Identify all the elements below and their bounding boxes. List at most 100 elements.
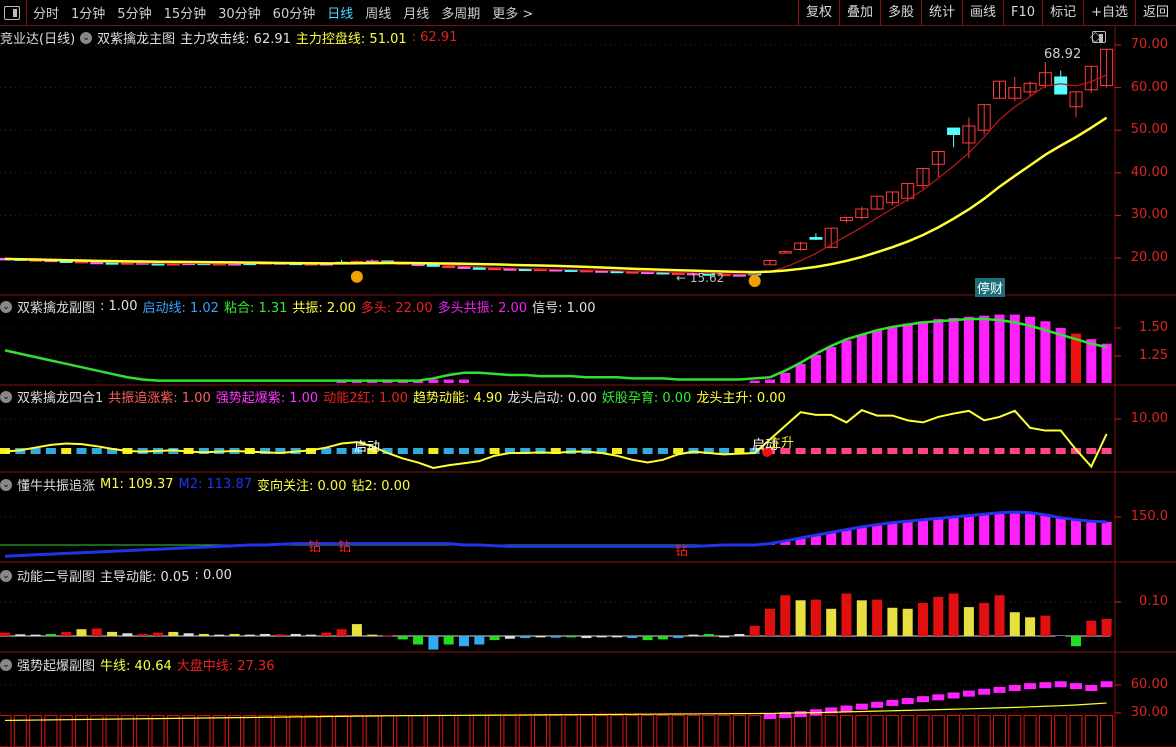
sub1-bar [902, 323, 913, 383]
sub4-bar [1101, 619, 1112, 636]
sub2-signal-bar [856, 448, 867, 454]
sub1-bar [795, 363, 806, 383]
sub5-bar [120, 714, 134, 747]
sub2-signal-bar [933, 448, 944, 454]
sub4-bar [459, 636, 469, 647]
kline-chart[interactable] [0, 0, 1176, 747]
sub4-bar [856, 600, 867, 636]
sub4-bar [963, 607, 974, 636]
sub5-bar [304, 714, 318, 747]
chevron-down-icon[interactable]: ⌄ [0, 658, 12, 671]
sub2-signal-bar [887, 448, 898, 454]
sub5-bar [166, 714, 180, 747]
candle-body [488, 267, 502, 271]
sub5-bar [794, 714, 808, 747]
indicator-value: 动能2红: 1.00 [323, 391, 408, 406]
sub5-box [1100, 681, 1113, 688]
sub1-bar [826, 347, 837, 383]
sub4-bar [535, 636, 546, 638]
sub5-bar [503, 714, 517, 747]
panel-toggle-icon[interactable] [1092, 31, 1106, 43]
sub4-bar [382, 635, 393, 637]
chevron-down-icon[interactable]: ⌄ [80, 31, 93, 44]
sub5-bar [855, 714, 869, 747]
sub5-box [794, 711, 807, 718]
sub4-bar [367, 634, 378, 636]
sub3-bar [1009, 512, 1020, 545]
chevron-down-icon[interactable]: ⌄ [0, 300, 12, 313]
sub3-bar [1025, 512, 1036, 545]
main-attack-line [4, 74, 1107, 275]
indicator-name[interactable]: 懂牛共振追涨 [17, 475, 95, 494]
indicator-value: 强势起爆紫: 1.00 [215, 391, 319, 406]
sub1-bar [1086, 339, 1097, 383]
sub4-bar [1025, 617, 1036, 636]
sub5-bar [534, 714, 547, 747]
axis-tick-label: 60.00 [1130, 677, 1168, 692]
sub5-bar [610, 714, 624, 747]
sub1-bar [810, 354, 821, 383]
signal-label: 主升 [768, 436, 795, 451]
sub5-bar [549, 714, 563, 747]
sub5-bar [947, 714, 961, 747]
chevron-down-icon[interactable]: ⌄ [0, 390, 12, 403]
sub5-box [917, 696, 929, 703]
sub5-bull-line [4, 702, 1107, 722]
sub2-signal-bar [428, 448, 439, 454]
sub2-signal-bar [1055, 448, 1066, 454]
sub5-bar [319, 714, 333, 747]
sub2-signal-bar [489, 448, 500, 454]
sub4-bar [137, 633, 148, 636]
stop-badge[interactable]: 停财 [975, 278, 1006, 297]
sub5-bar [931, 714, 945, 747]
sub4-bar [734, 633, 745, 636]
sub5-bar [763, 714, 777, 747]
sub4-bar [642, 636, 653, 641]
sub5-box [1085, 685, 1098, 691]
sub3-bar [902, 521, 913, 545]
axis-tick-label: 0.10 [1139, 594, 1168, 609]
sub5-box [1008, 685, 1021, 691]
sub2-signal-bar [91, 448, 102, 454]
indicator-name[interactable]: 双紫擒龙副图 [17, 297, 95, 316]
chevron-down-icon[interactable]: ⌄ [0, 569, 12, 582]
sub5-bar [518, 714, 532, 747]
sub5-bar [182, 714, 196, 747]
sub3-bar [1055, 517, 1066, 545]
indicator-name[interactable]: 动能二号副图 [17, 566, 95, 585]
sub4-bar [61, 631, 72, 636]
sub5-bar [426, 714, 440, 747]
sub2-signal-bar [1086, 448, 1097, 454]
sub1-bar [948, 317, 959, 383]
axis-tick-label: 1.25 [1139, 348, 1168, 363]
indicator-value: : 1.00 [100, 299, 138, 314]
sub4-bar [841, 593, 852, 636]
buy-signal-icon [350, 270, 363, 283]
sub4-bar [153, 632, 163, 636]
sub4-bar [1086, 620, 1097, 636]
sub5-box [1024, 683, 1037, 690]
sub4-bar [994, 595, 1005, 636]
indicator-value: 大盘中线: 27.36 [176, 659, 275, 674]
sub1-bar [459, 379, 469, 383]
sub2-signal-bar [872, 448, 883, 454]
axis-tick-label: 50.00 [1130, 122, 1168, 138]
chevron-down-icon[interactable]: ⌄ [0, 478, 12, 491]
indicator-name[interactable]: 强势起爆副图 [17, 655, 95, 674]
sub1-bar [872, 330, 883, 383]
sub5-bar [136, 714, 150, 747]
sub3-bar [963, 515, 974, 545]
sub4-bar [933, 596, 944, 636]
sub4-bar [214, 634, 225, 636]
sub3-bar [872, 524, 883, 545]
sub5-bar [641, 714, 655, 747]
indicator-name[interactable]: 双紫擒龙四合1 [17, 387, 103, 406]
candle-body [90, 261, 104, 265]
sub4-bar [918, 603, 928, 636]
candle-body [1054, 76, 1068, 95]
sub4-bar [887, 607, 898, 636]
sub5-bar [748, 714, 762, 747]
sub3-bar [1040, 514, 1051, 545]
indicator-value: 龙头主升: 0.00 [696, 391, 786, 406]
indicator-name[interactable]: 双紫擒龙主图 [97, 28, 175, 47]
